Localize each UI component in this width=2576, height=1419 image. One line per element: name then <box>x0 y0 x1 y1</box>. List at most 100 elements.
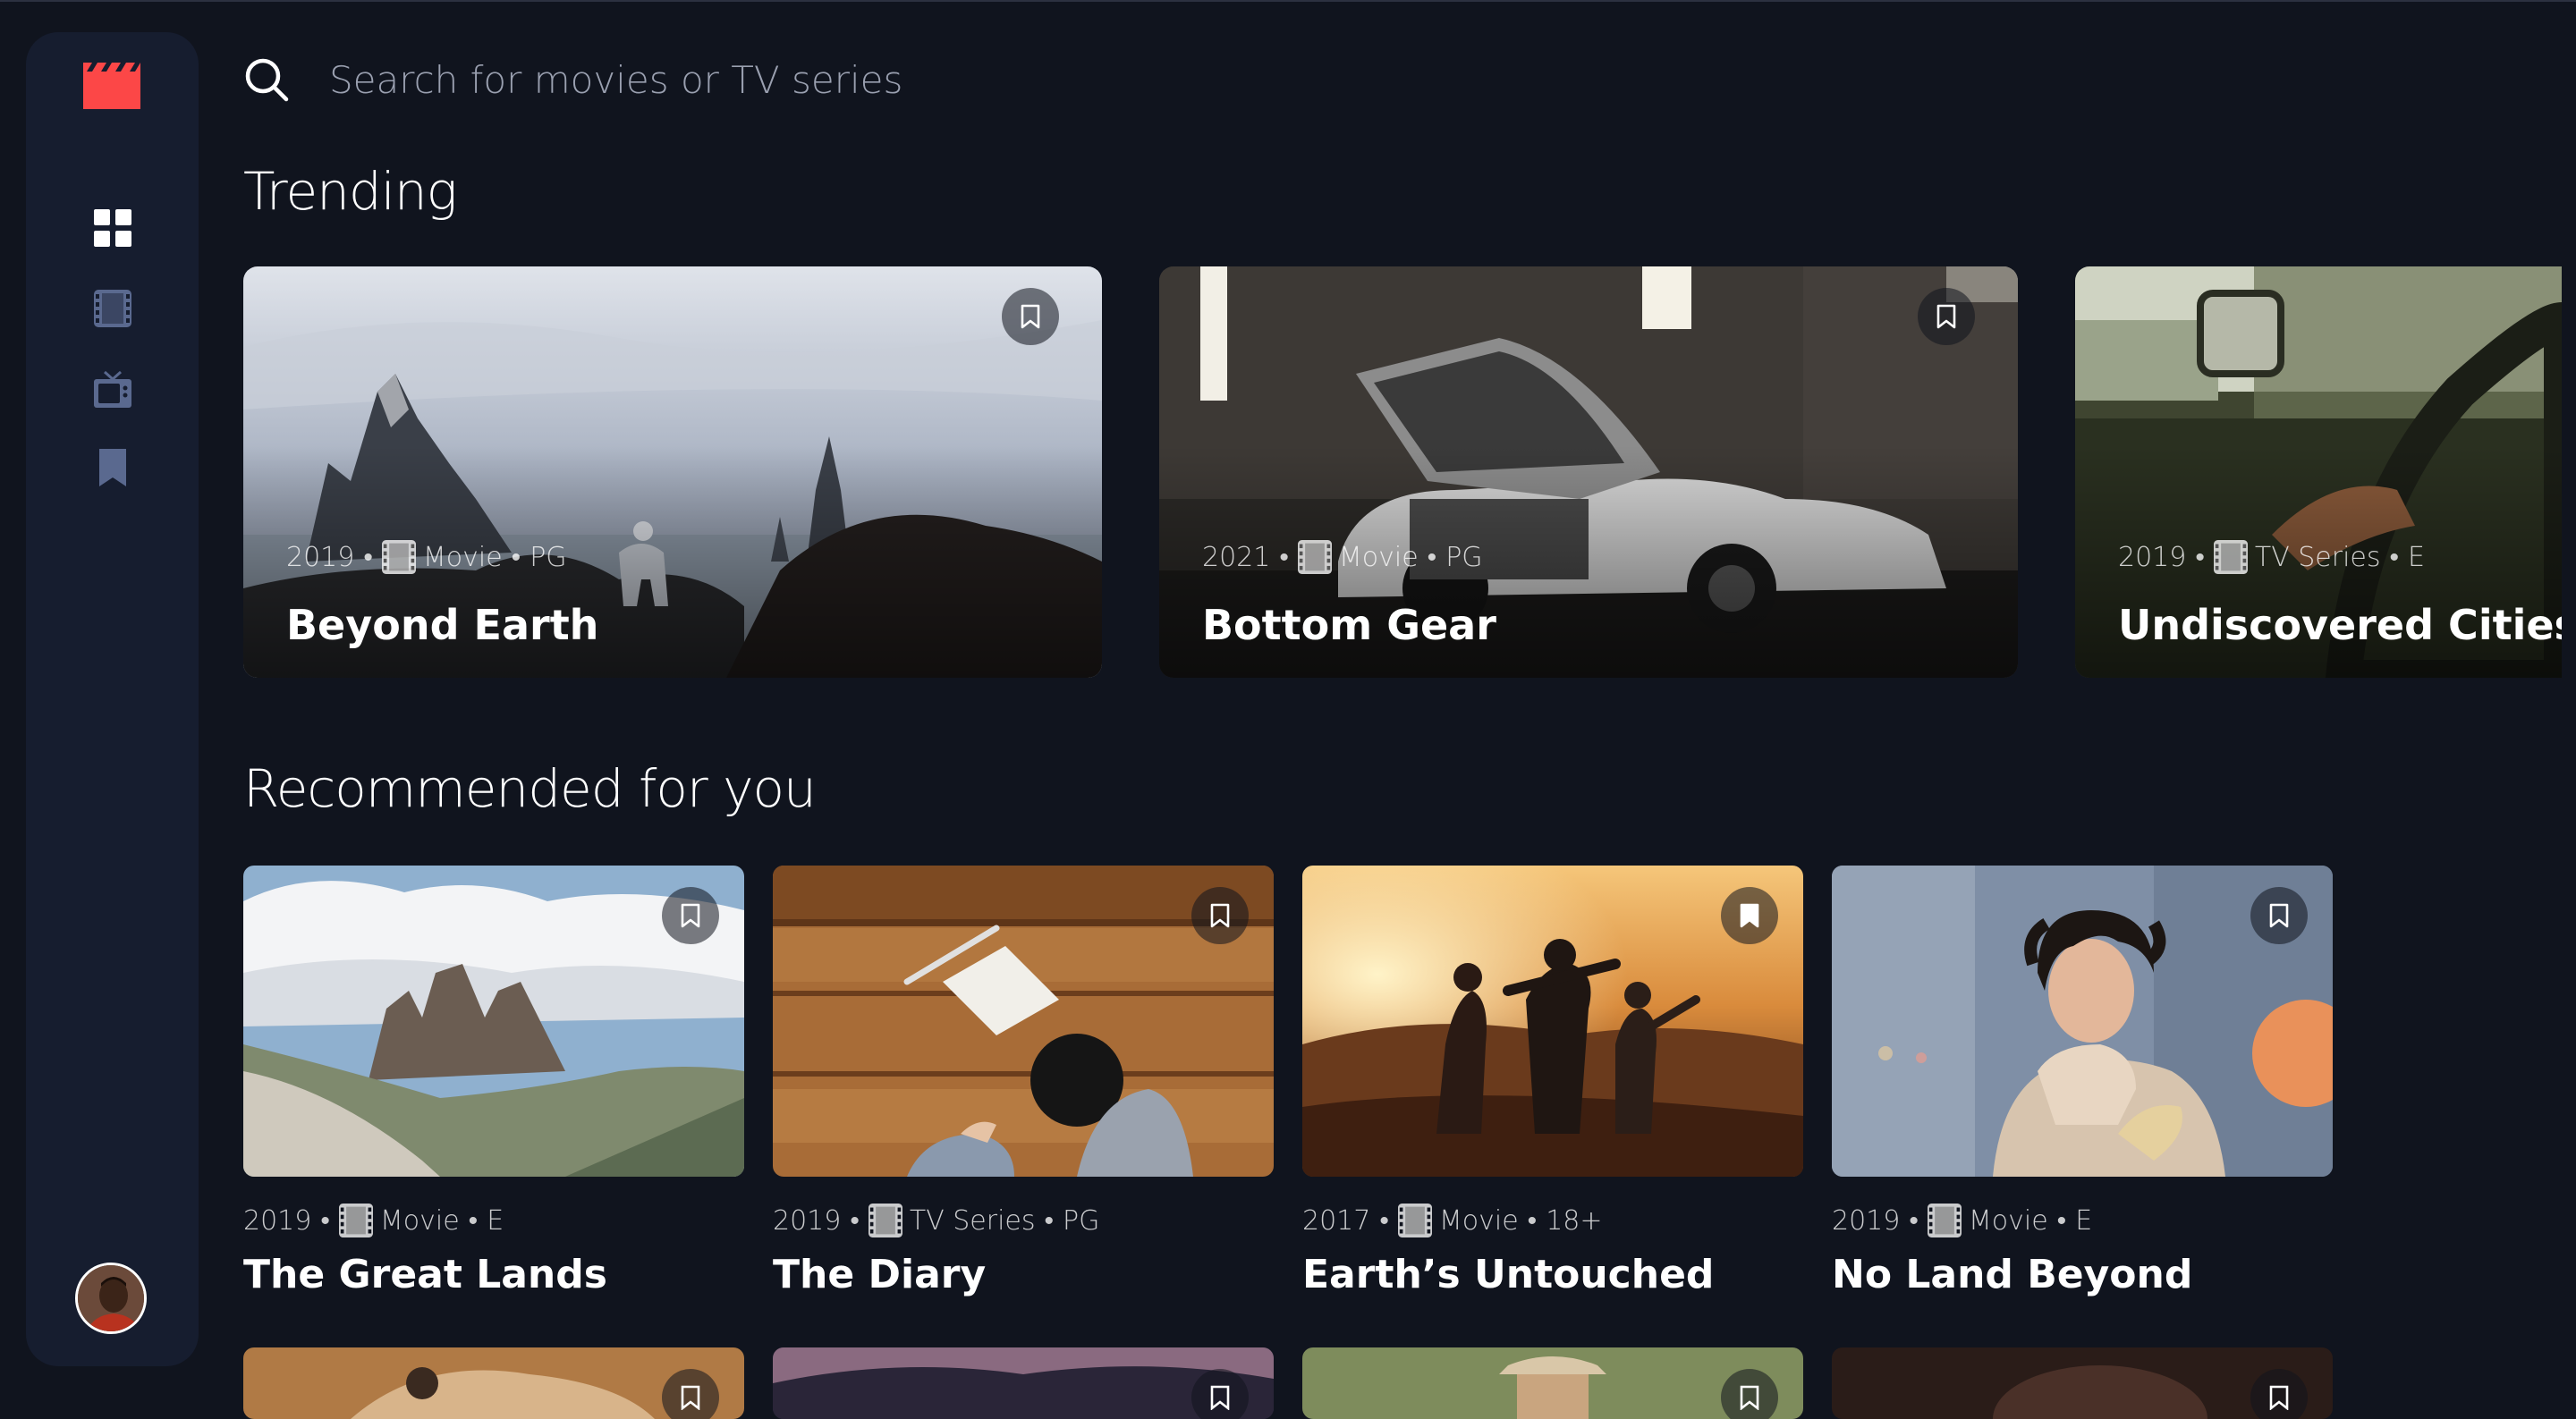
grid-icon <box>94 209 131 247</box>
separator: • <box>1427 541 1437 573</box>
clapperboard-icon[interactable] <box>83 63 140 109</box>
trending-heading: Trending <box>243 161 457 222</box>
trending-meta: 2019 • TV Series • E <box>2118 540 2425 574</box>
rating: PG <box>530 541 567 573</box>
recommended-title: The Diary <box>773 1252 987 1297</box>
year: 2019 <box>2118 541 2187 573</box>
recommended-meta: 2019 • TV Series • PG <box>773 1204 1274 1237</box>
category: Movie <box>422 541 503 573</box>
year: 2019 <box>243 1204 312 1237</box>
rating: E <box>487 1204 504 1237</box>
rating: 18+ <box>1546 1204 1603 1237</box>
film-icon <box>1397 1204 1432 1237</box>
rating: PG <box>1445 541 1483 573</box>
recommended-card-partial[interactable] <box>243 1347 744 1419</box>
bookmark-empty-icon <box>1209 903 1231 928</box>
recommended-meta: 2017 • Movie • 18+ <box>1302 1204 1803 1237</box>
trending-title: Beyond Earth <box>286 601 599 649</box>
bookmark-icon <box>94 449 131 486</box>
bookmark-button[interactable] <box>1002 288 1059 345</box>
search-icon <box>242 55 292 105</box>
sidebar-item-tv-series[interactable] <box>94 370 131 408</box>
category: Movie <box>1438 1204 1519 1237</box>
recommended-heading: Recommended for you <box>243 758 817 819</box>
separator: • <box>1909 1204 1919 1237</box>
bookmark-empty-icon <box>1936 304 1957 329</box>
trending-card[interactable]: 2021 • Movie • PG Bottom Gear <box>1159 266 2018 678</box>
bookmark-button[interactable] <box>1918 288 1975 345</box>
year: 2019 <box>773 1204 842 1237</box>
user-avatar[interactable] <box>75 1263 147 1334</box>
separator: • <box>468 1204 479 1237</box>
bookmark-empty-icon <box>2268 1385 2290 1410</box>
separator: • <box>1379 1204 1389 1237</box>
bookmark-button[interactable] <box>2250 1369 2308 1419</box>
separator: • <box>850 1204 860 1237</box>
separator: • <box>2195 541 2205 573</box>
film-icon <box>1927 1204 1962 1237</box>
recommended-title: No Land Beyond <box>1832 1252 2193 1297</box>
bookmark-button[interactable] <box>662 1369 719 1419</box>
sidebar-item-bookmarks[interactable] <box>94 449 131 486</box>
separator: • <box>1044 1204 1055 1237</box>
bookmark-button[interactable] <box>662 887 719 944</box>
category: Movie <box>1338 541 1419 573</box>
search-input[interactable] <box>327 56 1225 103</box>
bookmark-empty-icon <box>1020 304 1041 329</box>
bookmark-button[interactable] <box>1191 1369 1249 1419</box>
separator: • <box>363 541 373 573</box>
bookmark-button[interactable] <box>1191 887 1249 944</box>
bookmark-button[interactable] <box>1721 1369 1778 1419</box>
recommended-thumbnail <box>1302 866 1803 1177</box>
bookmark-empty-icon <box>1739 1385 1760 1410</box>
recommended-card[interactable]: 2019 • Movie • E The Great Lands <box>243 866 744 1297</box>
bookmark-filled-icon <box>1739 903 1760 928</box>
film-icon <box>381 540 416 574</box>
separator: • <box>2389 541 2400 573</box>
bookmark-button[interactable] <box>1721 887 1778 944</box>
year: 2021 <box>1202 541 1271 573</box>
tv-icon <box>2213 540 2248 574</box>
bookmark-empty-icon <box>2268 903 2290 928</box>
year: 2019 <box>286 541 355 573</box>
recommended-card[interactable]: 2017 • Movie • 18+ Earth’s Untouched <box>1302 866 1803 1297</box>
bookmark-empty-icon <box>680 1385 701 1410</box>
rating: E <box>2408 541 2425 573</box>
trending-card[interactable]: 2019 • TV Series • E Undiscovered Cities <box>2075 266 2562 678</box>
sidebar-item-movies[interactable] <box>94 290 131 327</box>
recommended-title: Earth’s Untouched <box>1302 1252 1715 1297</box>
category: TV Series <box>909 1204 1036 1237</box>
category: Movie <box>1968 1204 2048 1237</box>
sidebar-item-home[interactable] <box>94 209 131 247</box>
bookmark-empty-icon <box>680 903 701 928</box>
film-icon <box>94 290 131 327</box>
category: Movie <box>379 1204 460 1237</box>
recommended-meta: 2019 • Movie • E <box>1832 1204 2333 1237</box>
rating: PG <box>1063 1204 1100 1237</box>
recommended-card-partial[interactable] <box>773 1347 1274 1419</box>
tv-icon <box>94 370 131 408</box>
sidebar <box>26 32 199 1366</box>
recommended-card[interactable]: 2019 • TV Series • PG The Diary <box>773 866 1274 1297</box>
recommended-title: The Great Lands <box>243 1252 607 1297</box>
trending-card[interactable]: 2019 • Movie • PG Beyond Earth <box>243 266 1102 678</box>
recommended-card-partial[interactable] <box>1302 1347 1803 1419</box>
trending-title: Undiscovered Cities <box>2118 601 2562 649</box>
recommended-card-partial[interactable] <box>1832 1347 2333 1419</box>
film-icon <box>1297 540 1332 574</box>
bookmark-button[interactable] <box>2250 887 2308 944</box>
recommended-meta: 2019 • Movie • E <box>243 1204 744 1237</box>
trending-title: Bottom Gear <box>1202 601 1496 649</box>
recommended-thumbnail <box>243 866 744 1177</box>
recommended-card[interactable]: 2019 • Movie • E No Land Beyond <box>1832 866 2333 1297</box>
tv-icon <box>868 1204 902 1237</box>
separator: • <box>1527 1204 1538 1237</box>
year: 2019 <box>1832 1204 1901 1237</box>
bookmark-empty-icon <box>1209 1385 1231 1410</box>
rating: E <box>2075 1204 2093 1237</box>
search-bar <box>242 48 1315 111</box>
recommended-thumbnail <box>1832 866 2333 1177</box>
separator: • <box>320 1204 330 1237</box>
category: TV Series <box>2254 541 2381 573</box>
separator: • <box>2056 1204 2067 1237</box>
